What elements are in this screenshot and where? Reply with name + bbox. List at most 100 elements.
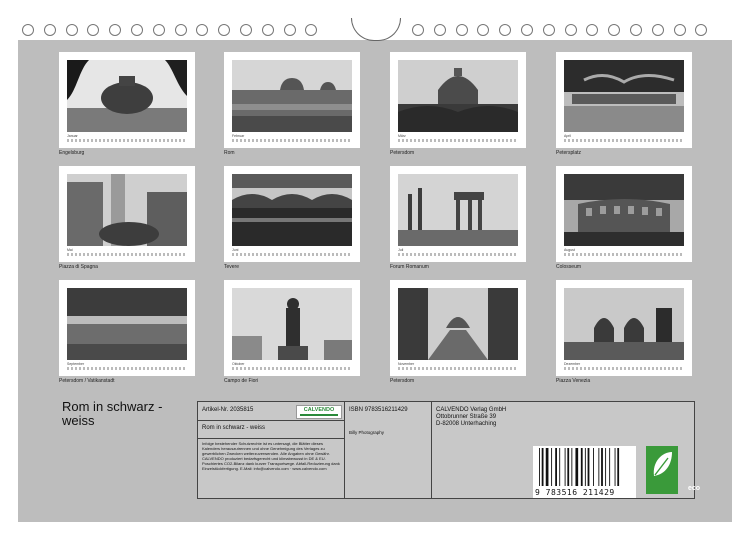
article-number: Artikel-Nr. 2035815 xyxy=(202,407,254,413)
binding-hole xyxy=(542,24,555,36)
binding-hole xyxy=(261,24,274,36)
binding-hole xyxy=(586,24,599,36)
month-caption: Engelsburg xyxy=(59,150,85,156)
binding-hole xyxy=(174,24,187,36)
month-label: April xyxy=(564,134,572,138)
month-label: November xyxy=(398,362,415,366)
day-grid xyxy=(564,253,684,256)
day-grid xyxy=(398,367,518,370)
month-photo xyxy=(398,174,518,246)
day-grid xyxy=(398,139,518,142)
month-photo xyxy=(67,174,187,246)
binding-hole xyxy=(695,24,708,36)
binding-hole xyxy=(218,24,231,36)
month-page-thumbnail: Januar xyxy=(59,52,195,148)
eco-label: eco xyxy=(687,485,701,492)
month-caption: Petersplatz xyxy=(556,150,582,156)
binding-hole xyxy=(305,24,318,36)
day-grid xyxy=(67,139,187,142)
divider xyxy=(344,402,345,498)
month-caption: Rom xyxy=(224,150,235,156)
month-caption: Petersdom xyxy=(390,150,415,156)
binding-hole xyxy=(240,24,252,36)
binding-hole xyxy=(131,24,143,36)
isbn: ISBN 9783516211429 xyxy=(349,407,408,413)
month-caption: Petersdom / Vatikanstadt xyxy=(59,378,115,384)
month-label: Mai xyxy=(67,248,73,252)
binding-hole xyxy=(477,24,490,36)
month-photo xyxy=(232,174,352,246)
month-page-thumbnail: Juni xyxy=(224,166,360,262)
month-page-thumbnail: Dezember xyxy=(556,280,692,376)
month-caption: Petersdom xyxy=(390,378,415,384)
month-label: März xyxy=(398,134,406,138)
publisher-line-3: D-82008 Unterhaching xyxy=(436,421,497,427)
month-label: Januar xyxy=(67,134,78,138)
day-grid xyxy=(232,139,352,142)
month-page-thumbnail: April xyxy=(556,52,692,148)
month-page-thumbnail: März xyxy=(390,52,526,148)
month-photo xyxy=(564,60,684,132)
barcode-number: 9 783516 211429 xyxy=(535,488,615,497)
info-box: Artikel-Nr. 2035815 CALVENDO Rom in schw… xyxy=(197,401,700,499)
month-caption: Campo de Fiori xyxy=(224,378,259,384)
month-photo xyxy=(232,60,352,132)
month-caption: Piazza Venezia xyxy=(556,378,591,384)
month-caption: Forum Romanum xyxy=(390,264,429,270)
eco-badge: eco xyxy=(646,446,700,494)
day-grid xyxy=(232,253,352,256)
month-label: September xyxy=(67,362,85,366)
binding-hole xyxy=(65,24,78,36)
month-label: Juni xyxy=(232,248,239,252)
binding-hole xyxy=(630,24,642,36)
day-grid xyxy=(67,367,187,370)
month-label: Dezember xyxy=(564,362,581,366)
binding-hole xyxy=(109,24,122,36)
legal-text: Infolge bestehender Schutzrechte ist es … xyxy=(202,441,340,471)
month-caption: Tevere xyxy=(224,264,240,270)
month-photo xyxy=(232,288,352,360)
day-grid xyxy=(67,253,187,256)
month-page-thumbnail: August xyxy=(556,166,692,262)
author: Billy Photography xyxy=(349,430,385,435)
month-page-thumbnail: Oktober xyxy=(224,280,360,376)
calvendo-logo: CALVENDO xyxy=(296,405,342,419)
logo-text: CALVENDO xyxy=(303,407,335,413)
divider xyxy=(198,420,344,421)
publisher-line-1: CALVENDO Verlag GmbH xyxy=(436,407,507,413)
binding-hole xyxy=(283,24,296,36)
month-photo xyxy=(398,288,518,360)
binding-hole xyxy=(22,24,34,36)
binding-hole xyxy=(499,24,512,36)
binding-hole xyxy=(651,24,664,36)
calendar-title: Rom in schwarz - weiss xyxy=(62,399,163,428)
month-photo xyxy=(564,174,684,246)
month-photo xyxy=(398,60,518,132)
product-title: Rom in schwarz - weiss xyxy=(202,425,266,431)
month-page-thumbnail: September xyxy=(59,280,195,376)
binding-hole xyxy=(433,24,446,36)
day-grid xyxy=(564,367,684,370)
divider xyxy=(198,438,344,439)
binding-hole xyxy=(673,24,686,36)
month-caption: Colosseum xyxy=(556,264,582,270)
day-grid xyxy=(232,367,352,370)
month-label: Februar xyxy=(232,134,245,138)
month-photo xyxy=(67,60,187,132)
binding-hole xyxy=(43,24,56,36)
month-page-thumbnail: Februar xyxy=(224,52,360,148)
binding-hole xyxy=(521,24,533,36)
month-caption: Piazza di Spagna xyxy=(59,264,98,270)
binding-hole xyxy=(196,24,209,36)
binding-hole xyxy=(412,24,424,36)
month-label: Oktober xyxy=(232,362,245,366)
binding-hole xyxy=(564,24,577,36)
day-grid xyxy=(398,253,518,256)
barcode: 9 783516 211429 xyxy=(533,446,636,498)
binding-hole xyxy=(455,24,468,36)
month-label: August xyxy=(564,248,575,252)
binding-hole xyxy=(152,24,165,36)
month-page-thumbnail: Juli xyxy=(390,166,526,262)
month-photo xyxy=(67,288,187,360)
publisher-line-2: Ottobrunner Straße 39 xyxy=(436,414,497,420)
